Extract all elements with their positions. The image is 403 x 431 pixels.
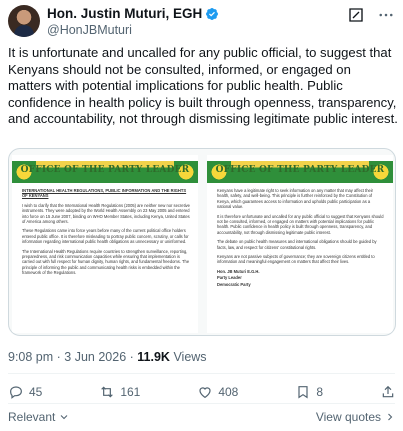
- reply-count: 45: [29, 385, 43, 399]
- document-heading: INTERNATIONAL HEALTH REGULATIONS, PUBLIC…: [22, 188, 187, 199]
- bookmark-icon: [298, 386, 308, 399]
- post-time[interactable]: 9:08 pm: [8, 350, 53, 364]
- more-icon[interactable]: [377, 6, 395, 24]
- author-name-row: Hon. Justin Muturi, EGH: [47, 6, 219, 21]
- share-button[interactable]: [380, 384, 396, 400]
- verified-badge-icon: [206, 7, 219, 20]
- chevron-right-icon: [388, 413, 393, 421]
- statement-page-left: OFFICE OF THE PARTY LEADER INTERNATIONAL…: [12, 155, 198, 333]
- views-label: Views: [173, 350, 207, 364]
- post-date[interactable]: 3 Jun 2026: [64, 350, 126, 364]
- tweet-meta: 9:08 pm · 3 Jun 2026 · 11.9K Views: [8, 350, 207, 364]
- divider: [8, 373, 395, 374]
- statement-page-right: OFFICE OF THE PARTY LEADER Kenyans have …: [207, 155, 393, 333]
- document-body: Kenyans have a legitimate right to seek …: [217, 188, 385, 288]
- display-name[interactable]: Hon. Justin Muturi, EGH: [47, 6, 202, 21]
- document-paragraph: These Regulations came into force years …: [22, 228, 189, 245]
- sort-dropdown[interactable]: Relevant: [8, 410, 70, 424]
- replies-toolbar: Relevant View quotes: [8, 410, 396, 424]
- views-count: 11.9K: [137, 350, 170, 364]
- repost-count: 161: [120, 385, 141, 399]
- document-paragraph: It is therefore unfortunate and uncalled…: [217, 213, 384, 235]
- bookmark-button[interactable]: 8: [295, 384, 323, 400]
- heart-icon: [199, 387, 211, 399]
- chevron-down-icon: [60, 415, 68, 420]
- header-icons: [347, 6, 395, 24]
- repost-icon: [101, 386, 114, 398]
- document-paragraph: Kenyans have a legitimate right to seek …: [217, 188, 374, 210]
- document-paragraph: The International Health Regulations req…: [22, 248, 190, 276]
- like-button[interactable]: 408: [197, 384, 238, 400]
- action-bar: 45 161 408 8: [8, 384, 396, 400]
- sort-label: Relevant: [8, 410, 56, 424]
- grok-icon[interactable]: [347, 6, 365, 24]
- like-count: 408: [218, 385, 239, 399]
- document-paragraph: Kenyans are not passive subjects of gove…: [217, 254, 375, 265]
- signature-block: Hon. JB Muturi E.G.H. Party Leader Democ…: [217, 269, 385, 289]
- tweet-text: It is unfortunate and uncalled for any p…: [8, 45, 398, 126]
- bookmark-count: 8: [316, 385, 324, 399]
- avatar[interactable]: [8, 5, 40, 37]
- signature-party: Democratic Party: [217, 281, 251, 287]
- reply-icon: [10, 386, 22, 399]
- tweet: Hon. Justin Muturi, EGH @HonJBMuturi It …: [0, 0, 403, 431]
- document-body: INTERNATIONAL HEALTH REGULATIONS, PUBLIC…: [22, 188, 190, 280]
- view-quotes-link[interactable]: View quotes: [316, 410, 396, 424]
- reply-button[interactable]: 45: [8, 384, 42, 400]
- handle[interactable]: @HonJBMuturi: [47, 23, 132, 37]
- view-quotes-label: View quotes: [315, 410, 381, 424]
- share-icon: [382, 385, 394, 398]
- attached-image[interactable]: OFFICE OF THE PARTY LEADER INTERNATIONAL…: [8, 148, 396, 336]
- document-paragraph: The debate on public health measures and…: [217, 239, 377, 250]
- office-title: OFFICE OF THE PARTY LEADER: [215, 165, 385, 175]
- divider: [8, 403, 395, 404]
- document-paragraph: I wish to clarify that the International…: [22, 202, 190, 225]
- repost-button[interactable]: 161: [99, 384, 140, 400]
- office-title: OFFICE OF THE PARTY LEADER: [20, 165, 190, 175]
